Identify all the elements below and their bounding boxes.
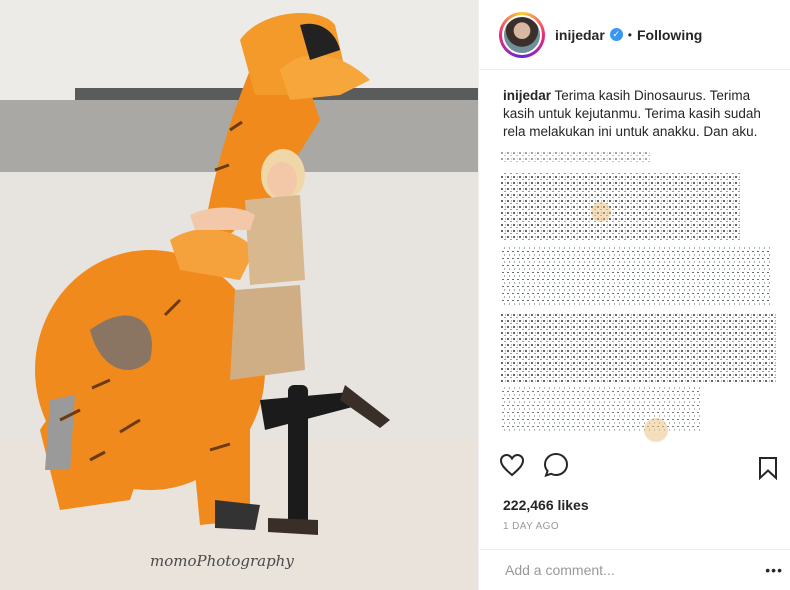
avatar[interactable] <box>502 14 542 55</box>
comment-icon[interactable] <box>543 452 569 483</box>
post-sidebar: inijedar ✓ • Following inijedar Terima k… <box>478 0 790 590</box>
post-photo[interactable]: momoPhotography <box>0 0 478 590</box>
following-button[interactable]: Following <box>637 27 702 43</box>
photo-watermark: momoPhotography <box>150 552 294 570</box>
instagram-post: momoPhotography inijedar ✓ • Following i… <box>0 0 790 590</box>
avatar-ring[interactable] <box>499 11 545 58</box>
comment-input[interactable] <box>503 561 747 579</box>
username-link[interactable]: inijedar <box>555 27 605 43</box>
likes-count[interactable]: 222,466 likes <box>503 497 589 513</box>
post-timestamp[interactable]: 1 DAY AGO <box>503 521 559 532</box>
more-options-button[interactable]: ••• <box>765 562 783 578</box>
separator-dot: • <box>627 27 632 42</box>
comment-bar: ••• <box>479 549 790 590</box>
heart-icon[interactable] <box>499 453 525 482</box>
caption-username[interactable]: inijedar <box>503 88 551 103</box>
photo-illustration: momoPhotography <box>0 0 478 590</box>
caption: inijedar Terima kasih Dinosaurus. Terima… <box>479 70 790 447</box>
post-header: inijedar ✓ • Following <box>479 0 790 70</box>
bookmark-icon[interactable] <box>758 456 778 485</box>
verified-badge-icon: ✓ <box>609 28 623 41</box>
action-bar <box>499 452 569 483</box>
pixelated-comments <box>501 152 776 442</box>
